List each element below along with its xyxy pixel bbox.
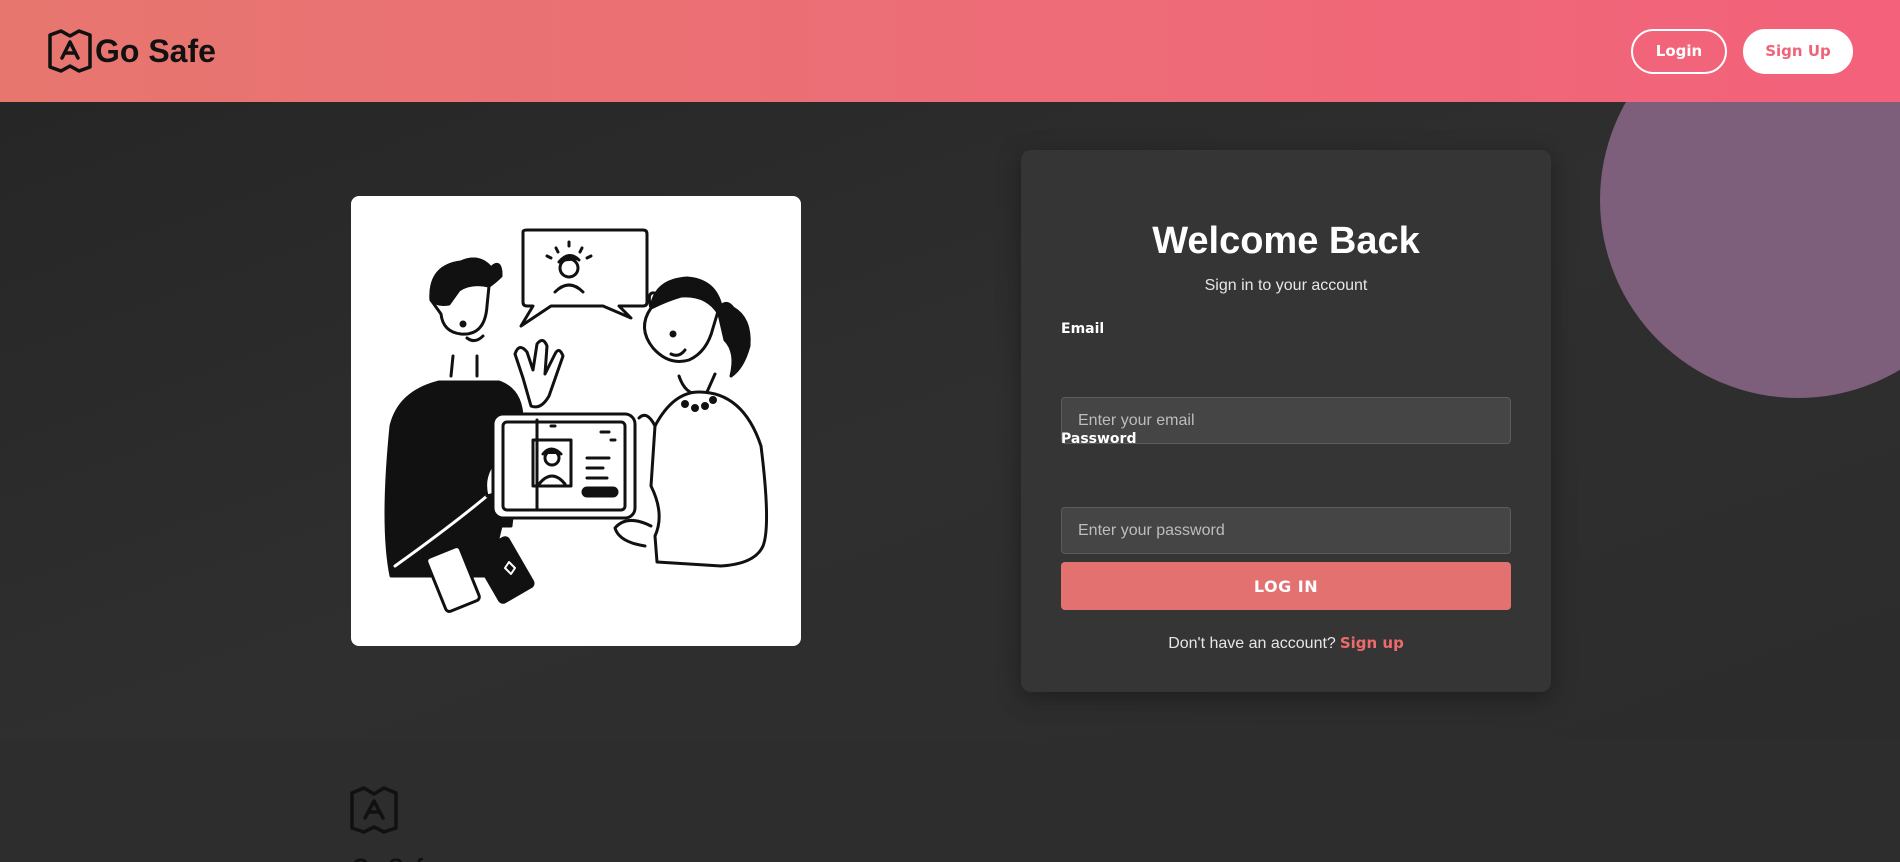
map-logo-icon xyxy=(349,785,399,835)
navbar: Go Safe Login Sign Up xyxy=(0,0,1900,102)
password-field[interactable] xyxy=(1061,507,1511,554)
footer-brand-name: Go Safe xyxy=(352,854,435,862)
signup-prompt-row: Don't have an account? Sign up xyxy=(1021,634,1551,653)
login-subtitle: Sign in to your account xyxy=(1204,277,1368,294)
email-label: Email xyxy=(1061,321,1105,337)
brand-name: Go Safe xyxy=(95,32,216,69)
decorative-circle xyxy=(1600,102,1900,398)
signup-button[interactable]: Sign Up xyxy=(1743,28,1853,74)
main-section: Welcome Back Sign in to your account Ema… xyxy=(0,102,1900,740)
log-in-button[interactable]: LOG IN xyxy=(1061,562,1511,610)
password-label: Password xyxy=(1061,431,1137,447)
map-logo-icon xyxy=(47,28,93,74)
login-button[interactable]: Login xyxy=(1631,28,1727,74)
signup-link[interactable]: Sign up xyxy=(1340,634,1404,652)
login-title: Welcome Back xyxy=(1152,220,1420,262)
nav-actions: Login Sign Up xyxy=(1631,28,1853,74)
brand[interactable]: Go Safe xyxy=(47,28,216,74)
people-with-tablet-illustration xyxy=(351,196,801,646)
login-card: Welcome Back Sign in to your account Ema… xyxy=(1021,150,1551,692)
footer: Go Safe xyxy=(0,740,1900,862)
signup-prompt-text: Don't have an account? xyxy=(1168,635,1336,652)
